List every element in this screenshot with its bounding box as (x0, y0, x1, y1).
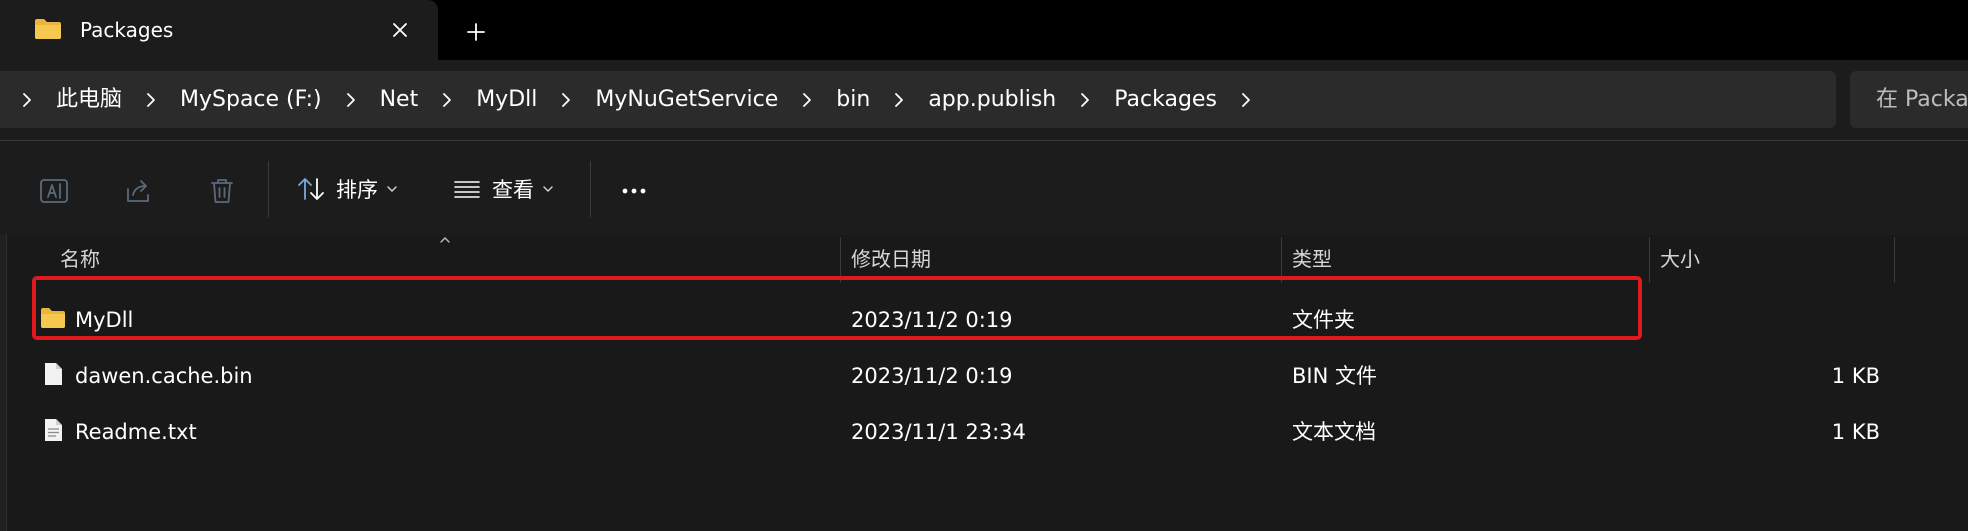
breadcrumb-drive[interactable]: MySpace (F:) (180, 86, 322, 114)
file-list-pane: 名称 修改日期 类型 大小 MyDll 2023/11/2 0:19 文件夹 d… (0, 235, 1968, 531)
chevron-down-icon (387, 186, 397, 193)
chevron-right-icon[interactable] (20, 90, 34, 110)
file-name: dawen.cache.bin (75, 364, 253, 388)
chevron-right-icon[interactable] (1078, 90, 1092, 110)
address-row: 此电脑 MySpace (F:) Net MyDll MyNuGetServic… (0, 60, 1968, 140)
column-separator[interactable] (840, 237, 841, 283)
address-bar[interactable]: 此电脑 MySpace (F:) Net MyDll MyNuGetServic… (0, 71, 1836, 128)
sort-label: 排序 (336, 178, 378, 202)
view-icon (454, 181, 480, 198)
plus-icon[interactable] (462, 18, 490, 46)
breadcrumb-this-pc[interactable]: 此电脑 (56, 86, 122, 114)
file-name: MyDll (75, 308, 134, 332)
column-header-name[interactable]: 名称 (60, 247, 100, 271)
list-item[interactable]: MyDll 2023/11/2 0:19 文件夹 (30, 293, 1890, 345)
chevron-right-icon[interactable] (144, 90, 158, 110)
column-separator[interactable] (1281, 237, 1282, 283)
file-modified: 2023/11/2 0:19 (851, 308, 1013, 332)
file-type: BIN 文件 (1292, 364, 1377, 388)
command-bar: 排序 查看 (0, 140, 1968, 235)
toolbar-divider (590, 161, 591, 217)
tab-packages[interactable]: Packages (0, 0, 438, 60)
toolbar-divider (268, 161, 269, 217)
breadcrumb: 此电脑 MySpace (F:) Net MyDll MyNuGetServic… (0, 71, 1275, 128)
share-icon[interactable] (122, 175, 154, 207)
view-button[interactable]: 查看 (452, 163, 554, 215)
file-size: 1 KB (1831, 364, 1880, 388)
chevron-right-icon[interactable] (344, 90, 358, 110)
breadcrumb-mydll[interactable]: MyDll (476, 86, 537, 114)
file-size: 1 KB (1831, 420, 1880, 444)
more-icon[interactable] (618, 175, 650, 207)
chevron-right-icon[interactable] (800, 90, 814, 110)
column-separator[interactable] (1894, 237, 1895, 283)
sort-caret-icon (440, 237, 450, 243)
breadcrumb-net[interactable]: Net (380, 86, 419, 114)
column-header-modified[interactable]: 修改日期 (851, 247, 931, 271)
file-name: Readme.txt (75, 420, 197, 444)
column-header-type[interactable]: 类型 (1292, 247, 1332, 271)
breadcrumb-packages[interactable]: Packages (1114, 86, 1217, 114)
chevron-right-icon[interactable] (559, 90, 573, 110)
column-header-row: 名称 修改日期 类型 大小 (0, 235, 1968, 283)
close-icon[interactable] (386, 16, 414, 44)
search-input[interactable]: 在 Packages 中搜索 (1850, 71, 1968, 128)
list-item[interactable]: dawen.cache.bin 2023/11/2 0:19 BIN 文件 1 … (30, 349, 1890, 401)
breadcrumb-bin[interactable]: bin (836, 86, 870, 114)
tab-title: Packages (80, 18, 174, 42)
file-explorer-window: Packages 此电脑 MySpace (F:) Net MyDll MyNu… (0, 0, 1968, 531)
view-label: 查看 (492, 178, 534, 202)
sort-button[interactable]: 排序 (296, 163, 398, 215)
file-icon (45, 363, 62, 385)
rename-icon[interactable] (38, 175, 70, 207)
file-type: 文本文档 (1292, 420, 1376, 444)
chevron-down-icon (543, 186, 553, 193)
chevron-right-icon[interactable] (440, 90, 454, 110)
text-file-icon (45, 419, 62, 441)
breadcrumb-app-publish[interactable]: app.publish (928, 86, 1056, 114)
chevron-right-icon[interactable] (892, 90, 906, 110)
tab-bar: Packages (0, 0, 1968, 60)
file-type: 文件夹 (1292, 308, 1355, 332)
chevron-right-icon[interactable] (1239, 90, 1253, 110)
column-header-size[interactable]: 大小 (1660, 247, 1700, 271)
folder-icon (41, 308, 65, 328)
trash-icon[interactable] (206, 175, 238, 207)
file-modified: 2023/11/1 23:34 (851, 420, 1026, 444)
column-separator[interactable] (1649, 237, 1650, 283)
search-placeholder: 在 Packages 中搜索 (1876, 87, 1968, 112)
folder-icon (35, 19, 61, 39)
breadcrumb-mynugetservice[interactable]: MyNuGetService (595, 86, 778, 114)
sort-icon (298, 178, 324, 200)
file-modified: 2023/11/2 0:19 (851, 364, 1013, 388)
list-item[interactable]: Readme.txt 2023/11/1 23:34 文本文档 1 KB (30, 405, 1890, 457)
